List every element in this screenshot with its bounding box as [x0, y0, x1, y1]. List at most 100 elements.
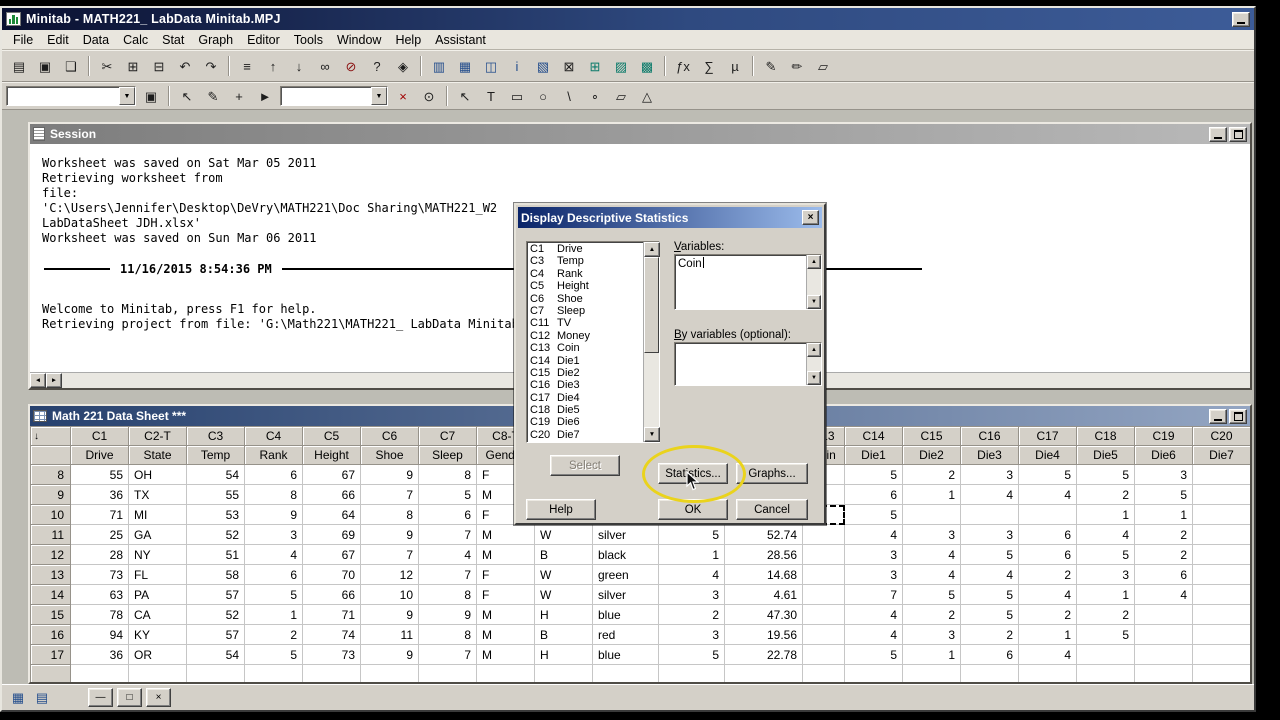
eraser-icon[interactable]: ▱	[811, 54, 835, 78]
col-name-C17[interactable]: Die4	[1018, 445, 1077, 465]
scroll-up-button[interactable]: ▲	[807, 255, 821, 269]
col-name-C6[interactable]: Shoe	[360, 445, 419, 465]
cell[interactable]: 22.78	[724, 644, 803, 665]
cell[interactable]	[802, 644, 845, 665]
row-header-12[interactable]: 12	[30, 544, 71, 565]
cell[interactable]	[186, 664, 245, 682]
show-worksheet-icon[interactable]: ▦	[453, 54, 477, 78]
column-listbox[interactable]: C1 Drive C3 Temp C4 Rank C5 Height C6 Shoe C7 Sleep…	[526, 241, 660, 443]
scrollbar-thumb[interactable]	[644, 257, 659, 353]
cell[interactable]: OR	[128, 644, 187, 665]
cell[interactable]: 19.56	[724, 624, 803, 645]
cell[interactable]: 4	[1018, 644, 1077, 665]
column-item-c4[interactable]: C4 Rank	[527, 268, 643, 280]
cell[interactable]: 6	[418, 504, 477, 525]
text-tool-icon[interactable]: T	[479, 84, 503, 108]
worksheet-mini-icon[interactable]: ▦	[8, 689, 28, 707]
cell[interactable]: 1	[902, 484, 961, 505]
cell[interactable]: 71	[302, 604, 361, 625]
cell[interactable]: 7	[418, 564, 477, 585]
session-minimize-button[interactable]	[1209, 126, 1227, 142]
cell[interactable]	[1134, 624, 1193, 645]
cell[interactable]: H	[534, 644, 593, 665]
cell[interactable]: 3	[960, 464, 1019, 485]
col-name-C18[interactable]: Die5	[1076, 445, 1135, 465]
row-header-blank[interactable]	[30, 664, 71, 682]
cell[interactable]	[802, 584, 845, 605]
cell[interactable]: 73	[70, 564, 129, 585]
column-item-c14[interactable]: C14 Die1	[527, 355, 643, 367]
cell[interactable]: 4.61	[724, 584, 803, 605]
minimize-button[interactable]	[1232, 11, 1250, 27]
column-item-c11[interactable]: C11 TV	[527, 317, 643, 329]
cell[interactable]: 6	[1018, 544, 1077, 565]
help-button[interactable]: Help	[526, 499, 596, 520]
cell[interactable]: 5	[1134, 484, 1193, 505]
cell[interactable]: M	[476, 644, 535, 665]
cell[interactable]	[1192, 564, 1250, 585]
session-title-bar[interactable]: Session	[30, 124, 1250, 144]
undo-icon[interactable]: ↶	[173, 54, 197, 78]
cell[interactable]: 5	[960, 584, 1019, 605]
datasheet-maximize-button[interactable]	[1229, 408, 1247, 424]
column-item-c3[interactable]: C3 Temp	[527, 255, 643, 267]
cell[interactable]	[1192, 644, 1250, 665]
cell[interactable]	[1192, 584, 1250, 605]
scroll-left-button[interactable]: ◄	[30, 373, 46, 388]
row-header-10[interactable]: 10	[30, 504, 71, 525]
cell[interactable]: 5	[844, 644, 903, 665]
cell[interactable]	[724, 664, 803, 682]
cell[interactable]: B	[534, 544, 593, 565]
cell[interactable]: GA	[128, 524, 187, 545]
cell[interactable]: green	[592, 564, 659, 585]
cell[interactable]: 28.56	[724, 544, 803, 565]
cell[interactable]: 63	[70, 584, 129, 605]
chevron-down-icon[interactable]: ▼	[119, 87, 135, 105]
cell[interactable]	[1076, 644, 1135, 665]
graph-select-icon[interactable]: ↖	[453, 84, 477, 108]
cell[interactable]	[1192, 504, 1250, 525]
cell[interactable]: 1	[1076, 504, 1135, 525]
cell[interactable]: 58	[186, 564, 245, 585]
cell[interactable]: M	[476, 604, 535, 625]
cell[interactable]	[844, 664, 903, 682]
cell[interactable]	[302, 664, 361, 682]
cell[interactable]: 4	[1018, 584, 1077, 605]
cell[interactable]	[802, 604, 845, 625]
cell[interactable]: 8	[244, 484, 303, 505]
cell[interactable]	[902, 664, 961, 682]
cell[interactable]: red	[592, 624, 659, 645]
cell[interactable]: 5	[244, 584, 303, 605]
col-header-C6[interactable]: C6	[360, 426, 419, 446]
cell[interactable]: M	[476, 524, 535, 545]
flag-icon[interactable]: ►	[253, 84, 277, 108]
column-item-c5[interactable]: C5 Height	[527, 280, 643, 292]
cell[interactable]: MI	[128, 504, 187, 525]
cancel-icon[interactable]: ⊘	[339, 54, 363, 78]
row-header-14[interactable]: 14	[30, 584, 71, 605]
cell[interactable]: 6	[960, 644, 1019, 665]
cell[interactable]: 3	[1134, 464, 1193, 485]
datasheet-minimize-button[interactable]	[1209, 408, 1227, 424]
column-item-c20[interactable]: C20 Die7	[527, 429, 643, 441]
cell[interactable]: 5	[418, 484, 477, 505]
cell[interactable]: 54	[186, 644, 245, 665]
cell[interactable]: 8	[418, 584, 477, 605]
row-header-16[interactable]: 16	[30, 624, 71, 645]
col-header-corner[interactable]: ↓	[30, 426, 71, 446]
redo-icon[interactable]: ↷	[199, 54, 223, 78]
line-tool-icon[interactable]: \	[557, 84, 581, 108]
cell[interactable]	[1192, 524, 1250, 545]
scroll-down-button[interactable]: ▼	[807, 295, 821, 309]
next-command-icon[interactable]: ↓	[287, 54, 311, 78]
cell[interactable]: 5	[1018, 464, 1077, 485]
cell[interactable]: H	[534, 604, 593, 625]
cell[interactable]: 1	[1076, 584, 1135, 605]
ellipse-tool-icon[interactable]: ○	[531, 84, 555, 108]
cell[interactable]: 2	[1018, 604, 1077, 625]
cell[interactable]: 2	[1018, 564, 1077, 585]
cell[interactable]	[592, 664, 659, 682]
cell[interactable]: 9	[244, 504, 303, 525]
row-header-11[interactable]: 11	[30, 524, 71, 545]
cell[interactable]: black	[592, 544, 659, 565]
